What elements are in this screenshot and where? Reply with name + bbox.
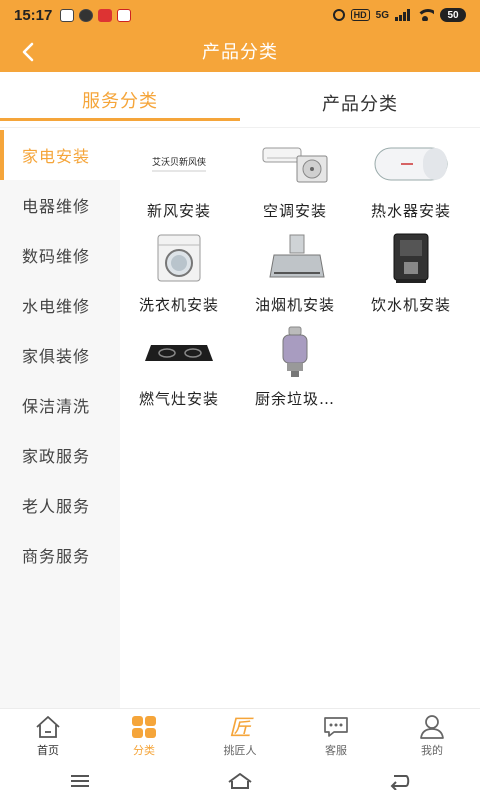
- app-header: 产品分类: [0, 30, 480, 72]
- wifi-icon: [416, 9, 434, 21]
- nav-craftsman[interactable]: 匠 挑匠人: [192, 709, 288, 762]
- sidebar: 家电安装 电器维修 数码维修 水电维修 家俱装修 保洁清洗 家政服务 老人服务 …: [0, 130, 120, 710]
- product-label: 厨余垃圾…: [254, 390, 335, 408]
- sidebar-item-housekeeping[interactable]: 家政服务: [0, 430, 120, 480]
- product-label: 新风安装: [146, 202, 211, 220]
- sidebar-item-plumbing-electric[interactable]: 水电维修: [0, 280, 120, 330]
- product-label: 热水器安装: [370, 202, 451, 220]
- battery-icon: 50: [440, 8, 466, 22]
- back-button[interactable]: [14, 38, 42, 66]
- nav-category[interactable]: 分类: [96, 709, 192, 762]
- back-nav-button[interactable]: [380, 769, 420, 793]
- hd-icon: HD: [350, 9, 370, 21]
- tab-product-category[interactable]: 产品分类: [240, 72, 480, 127]
- status-bar: 15:17 HD 5G 50: [0, 0, 480, 30]
- message-app-icon: [60, 8, 75, 22]
- alarm-icon: [332, 9, 345, 21]
- nav-label: 客服: [325, 743, 347, 757]
- product-grid: 艾沃贝新风侠 新风安装 空调安装 热水器安装 洗衣机安装 油烟机安装 饮水机安装…: [120, 130, 480, 412]
- status-time: 15:17: [14, 6, 53, 24]
- sidebar-item-appliance-install[interactable]: 家电安装: [0, 130, 120, 180]
- fresh-air-logo-icon: 艾沃贝新风侠: [134, 136, 224, 192]
- sidebar-item-cleaning[interactable]: 保洁清洗: [0, 380, 120, 430]
- menu-button[interactable]: [60, 769, 100, 793]
- product-air-conditioner[interactable]: 空调安装: [238, 130, 352, 224]
- sidebar-item-appliance-repair[interactable]: 电器维修: [0, 180, 120, 230]
- product-fresh-air[interactable]: 艾沃贝新风侠 新风安装: [122, 130, 236, 224]
- product-label: 燃气灶安装: [138, 390, 219, 408]
- weibo-app-icon: [117, 8, 132, 22]
- air-conditioner-icon: [250, 136, 340, 192]
- product-label: 洗衣机安装: [138, 296, 219, 314]
- product-food-waste-disposer[interactable]: 厨余垃圾…: [238, 318, 352, 412]
- product-label: 油烟机安装: [254, 296, 335, 314]
- range-hood-icon: [250, 230, 340, 286]
- product-gas-stove[interactable]: 燃气灶安装: [122, 318, 236, 412]
- nav-label: 挑匠人: [223, 743, 257, 757]
- nav-label: 我的: [421, 743, 443, 757]
- notification-icons: [60, 8, 132, 22]
- water-heater-icon: [366, 136, 456, 192]
- chat-icon: [322, 714, 350, 740]
- nav-home[interactable]: 首页: [0, 709, 96, 762]
- tab-service-category[interactable]: 服务分类: [0, 72, 240, 127]
- product-label: 空调安装: [262, 202, 327, 220]
- sidebar-item-furniture-decor[interactable]: 家俱装修: [0, 330, 120, 380]
- sidebar-item-elderly-care[interactable]: 老人服务: [0, 480, 120, 530]
- svg-text:匠: 匠: [229, 716, 254, 740]
- product-range-hood[interactable]: 油烟机安装: [238, 224, 352, 318]
- washing-machine-icon: [134, 230, 224, 286]
- food-waste-disposer-icon: [250, 324, 340, 380]
- back-nav-icon: [390, 775, 410, 790]
- home-nav-icon: [228, 773, 252, 789]
- product-label: 饮水机安装: [370, 296, 451, 314]
- product-washing-machine[interactable]: 洗衣机安装: [122, 224, 236, 318]
- chevron-left-icon: [22, 42, 34, 62]
- sidebar-item-digital-repair[interactable]: 数码维修: [0, 230, 120, 280]
- app-icon: [79, 8, 94, 22]
- nav-label: 首页: [37, 743, 59, 757]
- signal-icon: [395, 9, 410, 21]
- page-title: 产品分类: [202, 42, 278, 63]
- news-app-icon: [98, 8, 113, 22]
- home-icon: [34, 714, 62, 740]
- menu-icon: [71, 775, 89, 787]
- gas-stove-icon: [134, 324, 224, 380]
- water-dispenser-icon: [366, 230, 456, 286]
- network-label: 5G: [375, 9, 389, 21]
- craftsman-icon: 匠: [226, 714, 254, 740]
- user-icon: [418, 714, 446, 740]
- nav-customer-service[interactable]: 客服: [288, 709, 384, 762]
- sidebar-item-business[interactable]: 商务服务: [0, 530, 120, 580]
- bottom-nav: 首页 分类 匠 挑匠人 客服 我的: [0, 708, 480, 762]
- category-icon: [130, 714, 158, 740]
- category-tabs: 服务分类 产品分类: [0, 72, 480, 128]
- system-nav-bar: [0, 762, 480, 800]
- nav-profile[interactable]: 我的: [384, 709, 480, 762]
- nav-label: 分类: [133, 743, 155, 757]
- product-water-heater[interactable]: 热水器安装: [354, 130, 468, 224]
- home-button[interactable]: [220, 769, 260, 793]
- product-water-dispenser[interactable]: 饮水机安装: [354, 224, 468, 318]
- fresh-air-logo-text: 艾沃贝新风侠: [152, 156, 206, 168]
- status-indicators: HD 5G 50: [332, 8, 466, 22]
